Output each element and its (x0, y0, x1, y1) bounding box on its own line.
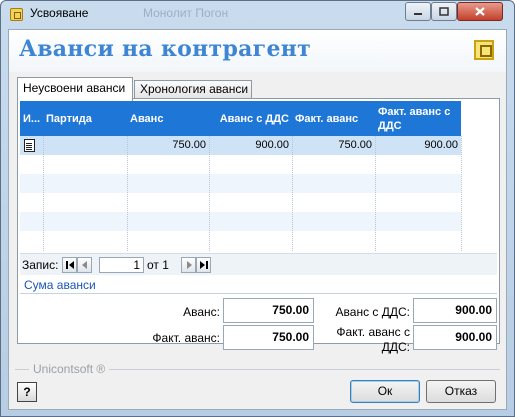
help-icon: ? (23, 385, 31, 399)
previous-record-button[interactable] (77, 257, 92, 273)
empty-row (20, 193, 461, 212)
record-label: Запис: (22, 258, 59, 272)
record-navigator: Запис: 1 от 1 (20, 253, 497, 275)
column-header-partida[interactable]: Партида (43, 101, 127, 136)
tab-unabsorbed-advances[interactable]: Неусвоени аванси (17, 77, 133, 101)
column-divider (127, 136, 128, 251)
fakt-avans-value-field: 750.00 (223, 325, 314, 350)
empty-row (20, 155, 461, 174)
company-logo-icon (474, 40, 494, 60)
table-row[interactable]: 750.00 900.00 750.00 900.00 (20, 136, 461, 155)
maximize-button[interactable] (431, 2, 457, 21)
summary-divider (20, 293, 497, 294)
column-header-fakt-avans-dds[interactable]: Факт. аванс с ДДС (375, 101, 461, 136)
column-divider (292, 136, 293, 251)
dialog-client-area: Аванси на контрагент Неусвоени аванси Хр… (8, 29, 507, 410)
maximize-icon (439, 7, 449, 16)
column-header-avans[interactable]: Аванс (127, 101, 209, 136)
page-title: Аванси на контрагент (19, 36, 312, 62)
dialog-window: Усвояване Монолит Погон Аванси на контра… (0, 0, 515, 417)
last-record-button[interactable] (196, 257, 211, 273)
close-icon (475, 7, 485, 16)
avans-value-field: 750.00 (223, 298, 314, 323)
app-icon (10, 8, 23, 21)
cancel-button[interactable]: Отказ (426, 380, 496, 403)
empty-row (20, 212, 461, 231)
column-header-fakt-avans[interactable]: Факт. аванс (292, 101, 375, 136)
column-divider (375, 136, 376, 251)
empty-row (20, 231, 461, 250)
cell-partida (43, 136, 127, 155)
first-record-icon (65, 261, 74, 269)
column-divider (461, 136, 462, 251)
record-number-input[interactable]: 1 (99, 257, 144, 273)
help-button[interactable]: ? (17, 382, 37, 402)
first-record-button[interactable] (62, 257, 77, 273)
window-title-ghost: Монолит Погон (143, 6, 229, 20)
column-header-avans-dds[interactable]: Аванс с ДДС (209, 101, 292, 136)
column-header-icon[interactable]: И... (20, 101, 43, 136)
fakt-avans-label: Факт. аванс: (152, 331, 220, 345)
next-record-button[interactable] (181, 257, 196, 273)
close-window-button[interactable] (457, 2, 503, 21)
window-title: Усвояване (30, 6, 89, 20)
minimize-button[interactable] (405, 2, 431, 21)
brand-label: Unicontsoft ® (29, 362, 110, 376)
previous-record-icon (81, 261, 87, 269)
advances-grid[interactable]: И... Партида Аванс Аванс с ДДС Факт. ава… (20, 101, 497, 251)
cell-avans-dds: 900.00 (255, 139, 289, 151)
title-bar[interactable]: Усвояване Монолит Погон (1, 1, 514, 27)
dialog-header: Аванси на контрагент (9, 30, 506, 72)
empty-row (20, 174, 461, 193)
tab-advance-history[interactable]: Хронология аванси (134, 80, 252, 99)
record-count: от 1 (147, 258, 169, 272)
grid-header: И... Партида Аванс Аванс с ДДС Факт. ава… (20, 101, 461, 136)
column-divider (43, 136, 44, 251)
fakt-avans-dds-value-field: 900.00 (413, 325, 497, 350)
avans-dds-label: Аванс с ДДС: (335, 305, 410, 319)
ok-button[interactable]: Ок (350, 380, 420, 403)
column-divider (209, 136, 210, 251)
cell-fakt-avans-dds: 900.00 (424, 139, 458, 151)
avans-label: Аванс: (183, 305, 220, 319)
cell-fakt-avans: 750.00 (338, 139, 372, 151)
minimize-icon (414, 12, 422, 15)
next-record-icon (186, 261, 192, 269)
document-icon (24, 139, 35, 152)
avans-dds-value-field: 900.00 (413, 298, 497, 323)
tab-panel: И... Партида Аванс Аванс с ДДС Факт. ава… (17, 98, 500, 354)
last-record-icon (199, 261, 208, 269)
sum-advances-link[interactable]: Сума аванси (24, 278, 96, 292)
cell-avans: 750.00 (172, 139, 206, 151)
fakt-avans-dds-label: Факт. аванс с ДДС: (336, 325, 410, 354)
